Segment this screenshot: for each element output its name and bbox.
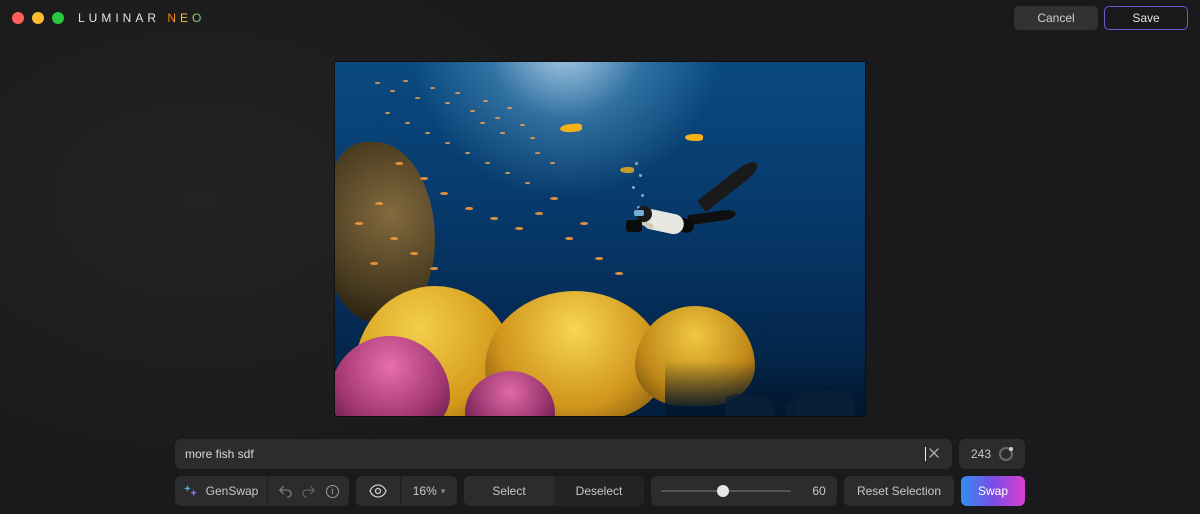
genswap-label: GenSwap (206, 484, 259, 498)
app-name: LUMINAR (78, 11, 160, 25)
sparkle-icon (184, 484, 198, 498)
view-group: 16% ▾ (356, 476, 457, 506)
tools-row: GenSwap i (175, 476, 1025, 506)
rock (795, 390, 855, 416)
redo-button[interactable] (302, 484, 316, 498)
cancel-button-label: Cancel (1037, 11, 1074, 25)
undo-button[interactable] (278, 484, 292, 498)
cancel-button[interactable]: Cancel (1014, 6, 1098, 30)
history-controls: i (268, 476, 349, 506)
swap-button[interactable]: Swap (961, 476, 1025, 506)
title-bar: LUMINAR NEO Cancel Save (0, 0, 1200, 36)
close-icon (928, 447, 940, 459)
clear-prompt-button[interactable] (926, 446, 942, 462)
slider-thumb[interactable] (717, 485, 729, 497)
reset-selection-button[interactable]: Reset Selection (844, 476, 954, 506)
chevron-down-icon: ▾ (441, 486, 446, 497)
token-counter: 243 (959, 439, 1025, 469)
eye-icon (369, 484, 387, 498)
prompt-row: 243 (175, 439, 1025, 469)
slider-track (661, 490, 791, 492)
maximize-window-button[interactable] (52, 12, 64, 24)
prompt-input[interactable] (185, 447, 926, 461)
counter-value: 243 (971, 447, 991, 461)
fish (620, 167, 634, 173)
reset-group: Reset Selection (844, 476, 954, 506)
brush-slider[interactable] (651, 476, 801, 506)
fish (685, 134, 703, 141)
header-actions: Cancel Save (1014, 6, 1188, 30)
image-preview[interactable] (335, 62, 865, 416)
save-button-label: Save (1132, 11, 1159, 25)
brush-size-group: 60 (651, 476, 837, 506)
progress-ring-icon (999, 447, 1013, 461)
select-button[interactable]: Select (464, 476, 554, 506)
save-button[interactable]: Save (1104, 6, 1188, 30)
deselect-label: Deselect (576, 484, 623, 498)
brush-size-value: 60 (812, 484, 825, 498)
bottom-panel: 243 GenSwap i (175, 439, 1025, 506)
select-label: Select (492, 484, 525, 498)
minimize-window-button[interactable] (32, 12, 44, 24)
app-logo: LUMINAR NEO (78, 11, 205, 25)
window-controls (12, 12, 64, 24)
zoom-dropdown[interactable]: 16% ▾ (401, 476, 457, 506)
diver (630, 192, 705, 252)
genswap-group: GenSwap i (175, 476, 349, 506)
close-window-button[interactable] (12, 12, 24, 24)
app-name-suffix: NEO (167, 11, 205, 25)
reset-selection-label: Reset Selection (857, 484, 941, 498)
info-button[interactable]: i (326, 485, 339, 498)
genswap-label-seg: GenSwap (175, 476, 267, 506)
canvas-area (0, 62, 1200, 416)
prompt-bar (175, 439, 952, 469)
brush-size-value-seg: 60 (801, 476, 837, 506)
info-icon: i (332, 486, 334, 497)
preview-toggle[interactable] (356, 476, 400, 506)
selection-group: Select Deselect (464, 476, 644, 506)
swap-label: Swap (978, 484, 1008, 498)
zoom-value: 16% (413, 484, 437, 498)
deselect-button[interactable]: Deselect (554, 476, 644, 506)
